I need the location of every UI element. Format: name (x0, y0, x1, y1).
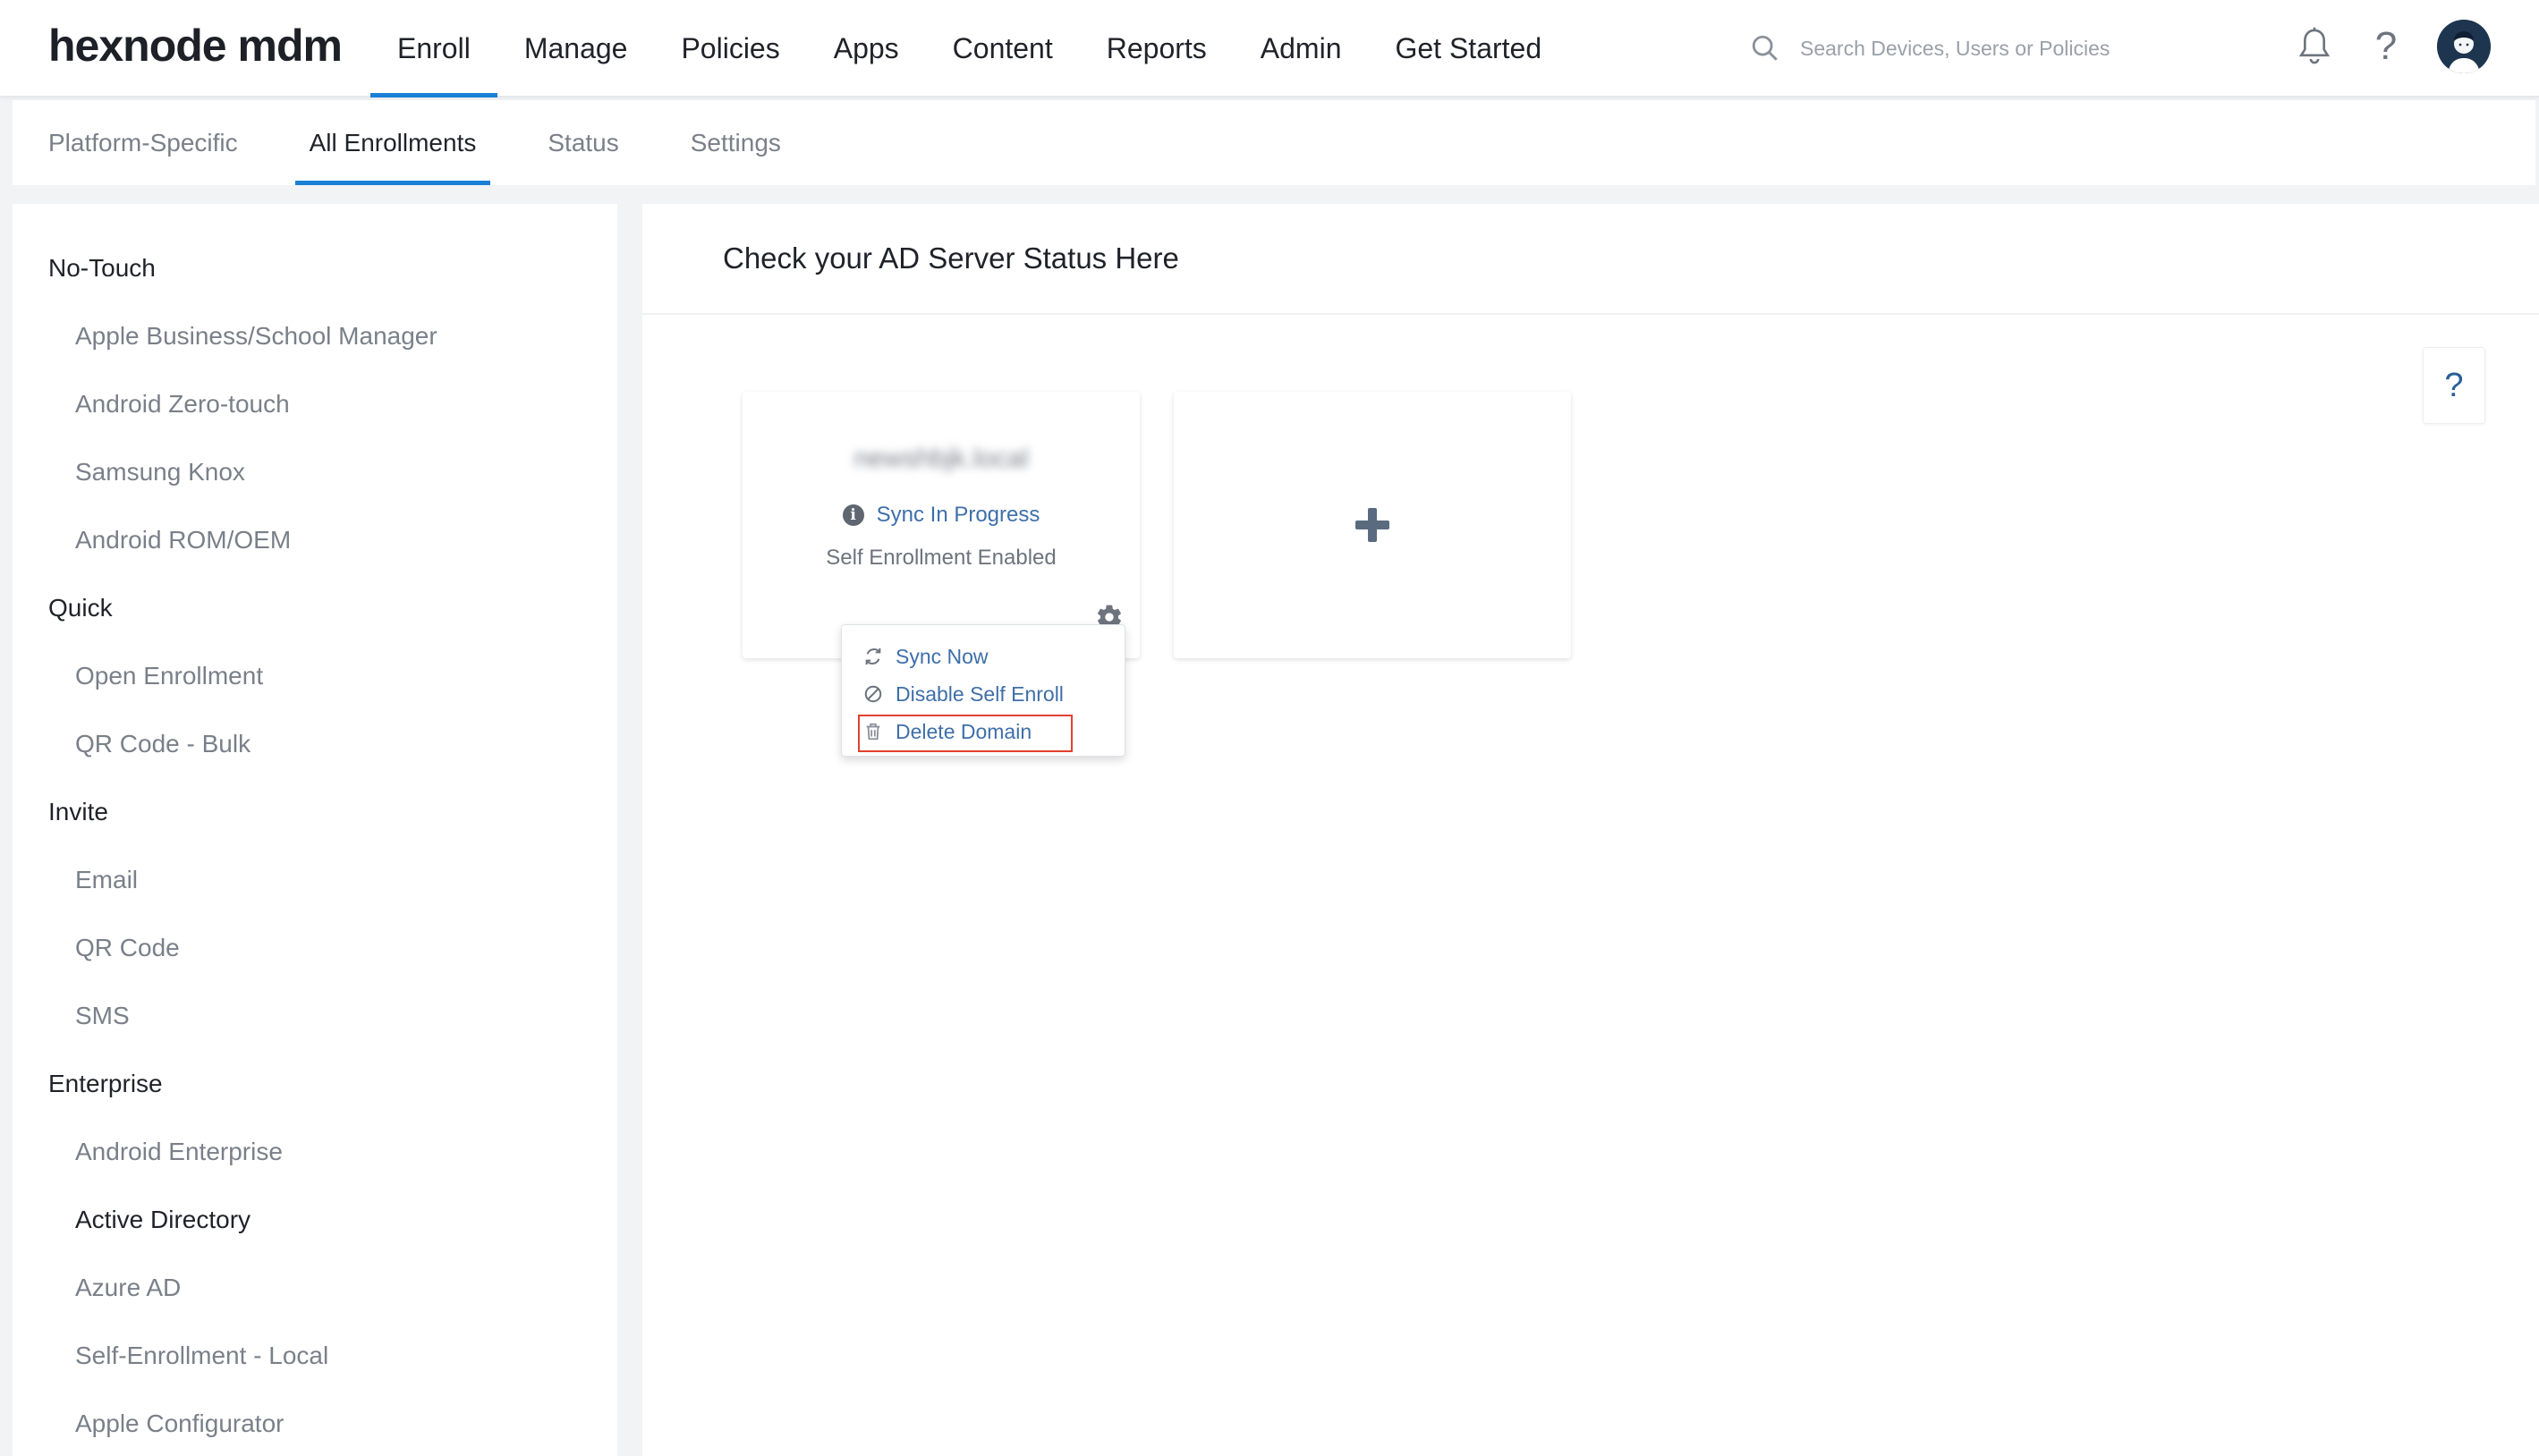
add-domain-card[interactable] (1174, 392, 1571, 658)
nav-manage[interactable]: Manage (497, 0, 655, 97)
menu-item-label: Delete Domain (896, 719, 1032, 743)
menu-item-label: Disable Self Enroll (896, 681, 1064, 706)
search-input[interactable] (1800, 36, 2194, 61)
sidebar-group-no-touch: No-Touch (48, 254, 156, 282)
search-bar (1750, 30, 2215, 66)
sync-status-label: Sync In Progress (876, 503, 1040, 527)
logo[interactable]: hexnode mdm (48, 20, 343, 72)
sidebar-item-email[interactable]: Email (13, 859, 617, 927)
page-title: Check your AD Server Status Here (723, 241, 1179, 275)
menu-item-disable-self-enroll[interactable]: Disable Self Enroll (842, 675, 1125, 713)
help-icon[interactable]: ? (2365, 21, 2407, 72)
nav-reports[interactable]: Reports (1080, 0, 1234, 97)
tab-status[interactable]: Status (512, 100, 654, 185)
sidebar-item-apple-configurator[interactable]: Apple Configurator (13, 1402, 617, 1456)
sidebar-item-azure-ad[interactable]: Azure AD (13, 1266, 617, 1334)
menu-item-delete-domain[interactable]: Delete Domain (842, 713, 1125, 752)
nav-enroll[interactable]: Enroll (370, 0, 497, 97)
tab-settings[interactable]: Settings (655, 100, 817, 185)
domain-name: newshbjk.local (853, 444, 1029, 473)
tab-platform-specific[interactable]: Platform-Specific (13, 100, 274, 185)
nav-content[interactable]: Content (926, 0, 1080, 97)
trash-icon (866, 723, 880, 741)
menu-item-sync-now[interactable]: Sync Now (842, 638, 1125, 675)
domain-actions-menu: Sync Now Disable Self Enroll Delete Doma… (841, 624, 1125, 757)
sync-status: i Sync In Progress (743, 503, 1140, 528)
search-icon[interactable] (1750, 33, 1780, 63)
top-navbar: hexnode mdm Enroll Manage Policies Apps … (0, 0, 2539, 97)
plus-icon (1355, 508, 1389, 542)
sidebar-item-android-zero-touch[interactable]: Android Zero-touch (13, 383, 617, 451)
sub-nav: Platform-Specific All Enrollments Status… (13, 100, 2535, 185)
sidebar: No-Touch Apple Business/School Manager A… (13, 204, 617, 1456)
sidebar-group-invite: Invite (48, 798, 108, 825)
menu-item-label: Sync Now (896, 644, 989, 668)
help-button[interactable]: ? (2423, 347, 2485, 424)
sidebar-item-open-enrollment[interactable]: Open Enrollment (13, 655, 617, 723)
info-icon: i (842, 504, 864, 526)
sidebar-item-sms[interactable]: SMS (13, 995, 617, 1062)
self-enrollment-status: Self Enrollment Enabled (826, 546, 1057, 570)
sidebar-item-samsung-knox[interactable]: Samsung Knox (13, 451, 617, 519)
nav-policies[interactable]: Policies (654, 0, 806, 97)
tab-all-enrollments[interactable]: All Enrollments (274, 100, 513, 185)
sidebar-group-quick: Quick (48, 594, 113, 622)
header-actions: ? (2294, 20, 2491, 73)
main-header: Check your AD Server Status Here (642, 204, 2539, 315)
nav-admin[interactable]: Admin (1234, 0, 1369, 97)
bell-icon[interactable] (2294, 21, 2335, 72)
nav-apps[interactable]: Apps (807, 0, 926, 97)
sidebar-item-qr-code[interactable]: QR Code (13, 927, 617, 995)
sidebar-group-enterprise: Enterprise (48, 1070, 163, 1097)
disable-icon (864, 685, 882, 703)
main-nav: Enroll Manage Policies Apps Content Repo… (370, 0, 1568, 97)
sidebar-item-android-rom-oem[interactable]: Android ROM/OEM (13, 519, 617, 587)
sidebar-item-self-enrollment-local[interactable]: Self-Enrollment - Local (13, 1334, 617, 1402)
sidebar-item-active-directory[interactable]: Active Directory (13, 1198, 617, 1266)
avatar[interactable] (2437, 20, 2491, 73)
nav-get-started[interactable]: Get Started (1368, 0, 1568, 97)
domain-card[interactable]: newshbjk.local i Sync In Progress Self E… (743, 392, 1140, 658)
sync-icon (865, 648, 881, 665)
sidebar-item-qr-code-bulk[interactable]: QR Code - Bulk (13, 723, 617, 791)
sidebar-item-apple-business-school-manager[interactable]: Apple Business/School Manager (13, 315, 617, 383)
main-panel: Check your AD Server Status Here ? newsh… (642, 204, 2539, 1456)
sidebar-item-android-enterprise[interactable]: Android Enterprise (13, 1130, 617, 1198)
